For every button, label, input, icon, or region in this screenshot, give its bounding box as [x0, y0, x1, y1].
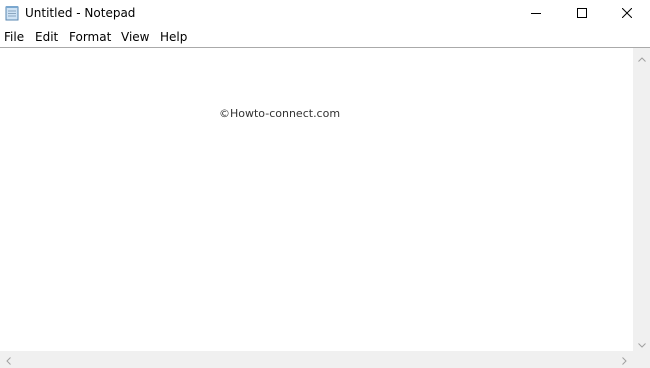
menu-edit[interactable]: Edit — [35, 29, 58, 45]
menu-format[interactable]: Format — [69, 29, 111, 45]
maximize-button[interactable] — [559, 0, 605, 26]
chevron-right-icon — [622, 350, 627, 368]
scroll-down-button[interactable] — [633, 334, 650, 351]
scroll-left-button[interactable] — [0, 351, 17, 368]
chevron-down-icon — [637, 333, 646, 352]
chevron-left-icon — [6, 350, 11, 368]
menu-view[interactable]: View — [121, 29, 149, 45]
scroll-right-button[interactable] — [616, 351, 633, 368]
menu-bar: File Edit Format View Help — [0, 27, 650, 47]
maximize-icon — [577, 8, 587, 18]
scrollbar-corner — [633, 351, 650, 368]
title-bar[interactable]: Untitled - Notepad — [0, 0, 650, 26]
minimize-button[interactable] — [513, 0, 559, 26]
close-icon — [622, 8, 632, 18]
text-editor-area[interactable]: ©Howto-connect.com — [0, 48, 633, 351]
notepad-icon[interactable] — [5, 5, 19, 21]
minimize-icon — [531, 8, 541, 18]
close-button[interactable] — [604, 0, 650, 26]
menu-file[interactable]: File — [4, 29, 24, 45]
chevron-up-icon — [637, 47, 646, 66]
editor-content: ©Howto-connect.com — [219, 107, 341, 120]
horizontal-scrollbar[interactable] — [0, 351, 633, 368]
vertical-scrollbar[interactable] — [633, 48, 650, 351]
menu-help[interactable]: Help — [160, 29, 187, 45]
scroll-up-button[interactable] — [633, 48, 650, 65]
window-title: Untitled - Notepad — [25, 6, 136, 20]
notepad-window: Untitled - Notepad File Edit Format View… — [0, 0, 650, 368]
